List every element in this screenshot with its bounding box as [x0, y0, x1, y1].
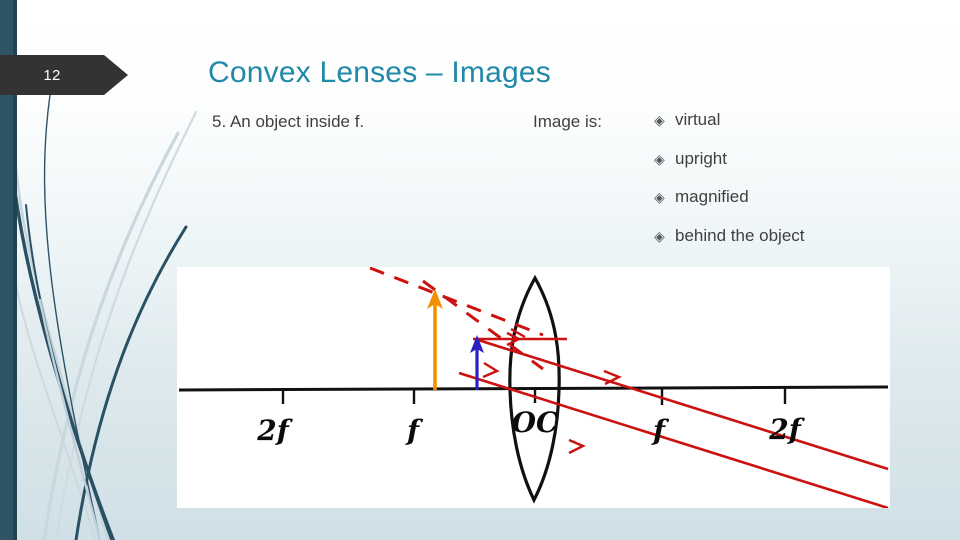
ray-arrowhead: [482, 361, 500, 379]
list-item: ◈ magnified: [654, 187, 954, 226]
question-stem: 5. An object inside f.: [212, 112, 365, 131]
ray-arrowhead: [568, 438, 586, 455]
diamond-bullet-icon: ◈: [654, 227, 665, 244]
axis-label-2f-left: 2f: [256, 414, 293, 447]
principal-axis: [178, 385, 889, 392]
list-item-label: upright: [675, 148, 727, 168]
page-number-banner: 12: [0, 55, 128, 95]
axis-label-2f-right: 2f: [768, 413, 805, 446]
axis-label-f-left: f: [405, 414, 424, 447]
image-is-label: Image is:: [533, 112, 602, 131]
axis-label-optical-center: OC: [512, 406, 559, 439]
virtual-ray-upper: [369, 267, 544, 337]
axis-label-f-right: f: [651, 414, 670, 447]
list-item-label: magnified: [675, 187, 749, 206]
ray-refracted: [458, 371, 889, 508]
ray-diagram: 2f f OC f 2f: [178, 267, 889, 508]
page-number: 12: [43, 66, 61, 84]
list-item: ◈ virtual: [654, 110, 954, 149]
ray-arrowhead: [603, 369, 622, 386]
list-item-label: virtual: [675, 110, 721, 129]
image-properties-list: ◈ virtual ◈ upright ◈ magnified ◈ behind…: [654, 110, 954, 264]
diamond-bullet-icon: ◈: [654, 112, 665, 128]
page-title: Convex Lenses – Images: [208, 56, 551, 89]
diamond-bullet-icon: ◈: [654, 189, 665, 205]
list-item-label: behind the object: [675, 225, 805, 245]
list-item: ◈ upright: [654, 149, 954, 188]
ray-through-center: [474, 337, 889, 471]
ray-diagram-panel: 2f f OC f 2f: [177, 267, 890, 508]
slide-canvas: 12 Convex Lenses – Images 5. An object i…: [0, 0, 960, 540]
list-item: ◈ behind the object: [654, 226, 954, 265]
diamond-bullet-icon: ◈: [654, 150, 665, 167]
